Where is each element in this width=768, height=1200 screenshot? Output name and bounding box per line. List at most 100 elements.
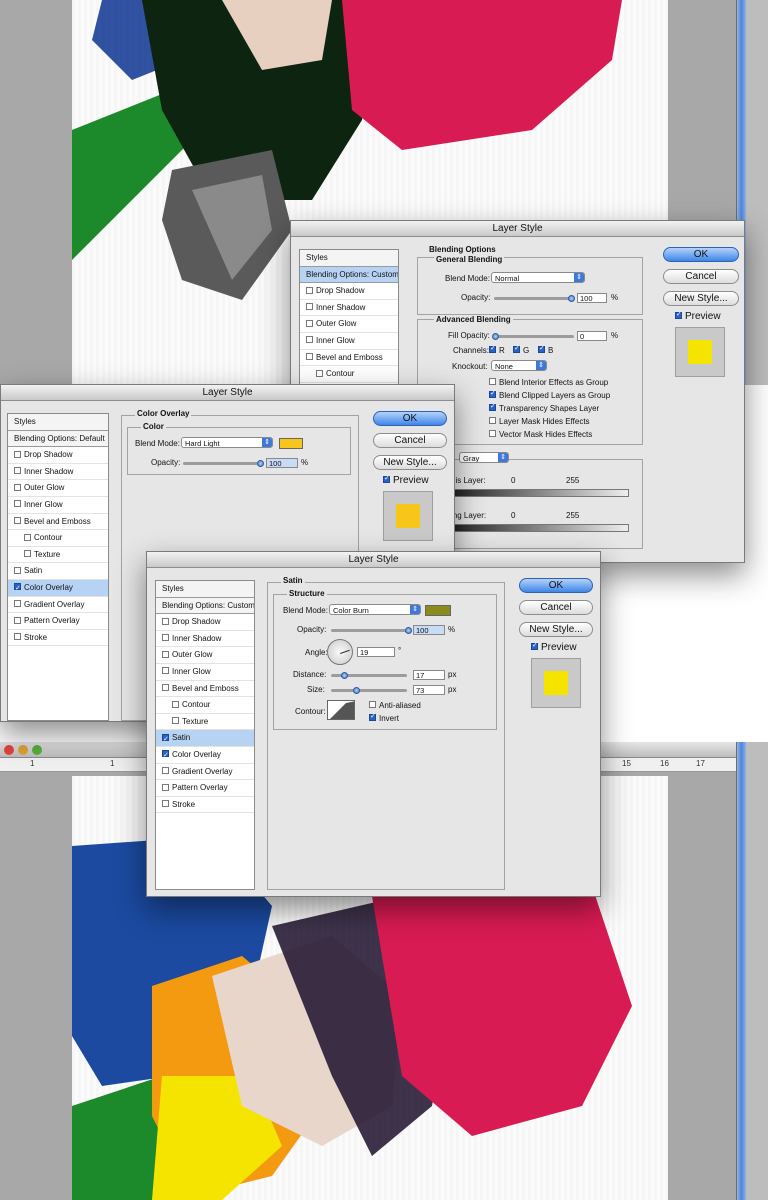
slider-knob[interactable] [353,687,360,694]
opacity-field[interactable]: 100 [413,625,445,635]
style-item-inner-glow[interactable]: Inner Glow [300,333,398,350]
checkbox[interactable] [14,566,21,574]
size-slider[interactable] [331,687,407,694]
checkbox[interactable] [489,430,496,438]
style-item-bevel-emboss[interactable]: Bevel and Emboss [8,514,108,531]
style-item-pattern-overlay[interactable]: Pattern Overlay [8,613,108,630]
style-item-color-overlay[interactable]: Color Overlay [156,747,254,764]
contour-picker[interactable] [327,700,355,720]
checkbox[interactable] [162,650,169,658]
checkbox[interactable] [14,633,21,641]
minimize-window-button[interactable] [18,745,28,755]
distance-field[interactable]: 17 [413,670,445,680]
checkbox[interactable] [538,344,545,354]
dialog-title[interactable]: Layer Style [291,221,744,237]
style-item-outer-glow[interactable]: Outer Glow [8,480,108,497]
checkbox[interactable] [162,732,169,746]
style-item-outer-glow[interactable]: Outer Glow [300,316,398,333]
style-item-contour[interactable]: Contour [8,530,108,547]
blending-options-item[interactable]: Blending Options: Custom [156,597,254,615]
style-item-pattern-overlay[interactable]: Pattern Overlay [156,780,254,797]
style-item-gradient-overlay[interactable]: Gradient Overlay [156,764,254,781]
style-item-stroke[interactable]: Stroke [8,630,108,647]
style-item-bevel-emboss[interactable]: Bevel and Emboss [300,350,398,367]
style-item-inner-glow[interactable]: Inner Glow [8,497,108,514]
slider-knob[interactable] [568,295,575,302]
blend-if-select[interactable]: Gray [459,452,509,463]
checkbox[interactable] [14,599,21,607]
angle-field[interactable]: 19 [357,647,395,657]
styles-header[interactable]: Styles [156,581,254,598]
style-item-texture[interactable]: Texture [156,714,254,731]
size-field[interactable]: 73 [413,685,445,695]
opacity-slider[interactable] [183,460,264,467]
checkbox[interactable] [306,352,313,360]
check-blend-clipped[interactable]: Blend Clipped Layers as Group [489,389,610,400]
this-layer-gradient[interactable] [451,489,629,497]
style-item-inner-shadow[interactable]: Inner Shadow [8,464,108,481]
zoom-window-button[interactable] [32,745,42,755]
checkbox[interactable] [14,581,21,596]
checkbox[interactable] [369,701,376,709]
styles-header[interactable]: Styles [8,414,108,431]
style-item-drop-shadow[interactable]: Drop Shadow [300,283,398,300]
style-item-stroke[interactable]: Stroke [156,797,254,814]
checkbox[interactable] [162,667,169,675]
blend-mode-select[interactable]: Normal [491,272,585,283]
opacity-field[interactable]: 100 [266,458,298,468]
checkbox[interactable] [306,303,313,311]
checkbox[interactable] [383,474,390,483]
blending-options-item[interactable]: Blending Options: Default [8,430,108,448]
checkbox[interactable] [489,344,496,354]
channel-g[interactable]: G [513,344,529,355]
checkbox[interactable] [162,748,169,763]
blending-options-item[interactable]: Blending Options: Custom [300,266,398,284]
overlay-color-swatch[interactable] [279,438,303,449]
style-item-inner-shadow[interactable]: Inner Shadow [156,631,254,648]
checkbox[interactable] [14,500,21,508]
checkbox[interactable] [306,336,313,344]
opacity-slider[interactable] [494,295,575,302]
checkbox[interactable] [14,467,21,475]
check-blend-interior[interactable]: Blend Interior Effects as Group [489,378,608,387]
checkbox[interactable] [14,450,21,458]
checkbox[interactable] [172,717,179,725]
style-item-drop-shadow[interactable]: Drop Shadow [8,447,108,464]
new-style-button[interactable]: New Style... [519,622,593,637]
new-style-button[interactable]: New Style... [663,291,739,306]
preview-checkbox[interactable]: Preview [531,641,577,653]
checkbox[interactable] [24,533,31,541]
opacity-slider[interactable] [331,627,412,634]
slider-knob[interactable] [257,460,264,467]
cancel-button[interactable]: Cancel [373,433,447,448]
checkbox[interactable] [172,700,179,708]
checkbox[interactable] [162,617,169,625]
slider-knob[interactable] [405,627,412,634]
style-item-contour[interactable]: Contour [300,366,398,383]
check-vector-mask-hides[interactable]: Vector Mask Hides Effects [489,430,592,439]
checkbox[interactable] [489,378,496,386]
blend-mode-select[interactable]: Color Burn [329,604,421,615]
checkbox[interactable] [489,389,496,399]
anti-aliased-checkbox[interactable]: Anti-aliased [369,701,421,710]
new-style-button[interactable]: New Style... [373,455,447,470]
style-item-color-overlay[interactable]: Color Overlay [8,579,108,597]
dialog-title[interactable]: Layer Style [147,552,600,568]
vertical-scrollbar[interactable] [736,742,746,1200]
check-layer-mask-hides[interactable]: Layer Mask Hides Effects [489,417,590,426]
checkbox[interactable] [14,483,21,491]
underlying-layer-gradient[interactable] [451,524,629,532]
dialog-title[interactable]: Layer Style [1,385,454,401]
checkbox[interactable] [14,616,21,624]
style-item-texture[interactable]: Texture [8,547,108,564]
slider-knob[interactable] [341,672,348,679]
checkbox[interactable] [162,683,169,691]
checkbox[interactable] [531,641,538,650]
slider-knob[interactable] [492,333,499,340]
styles-header[interactable]: Styles [300,250,398,267]
blend-mode-select[interactable]: Hard Light [181,437,273,448]
preview-checkbox[interactable]: Preview [675,310,721,322]
checkbox[interactable] [489,417,496,425]
invert-checkbox[interactable]: Invert [369,712,399,723]
checkbox[interactable] [369,712,376,722]
